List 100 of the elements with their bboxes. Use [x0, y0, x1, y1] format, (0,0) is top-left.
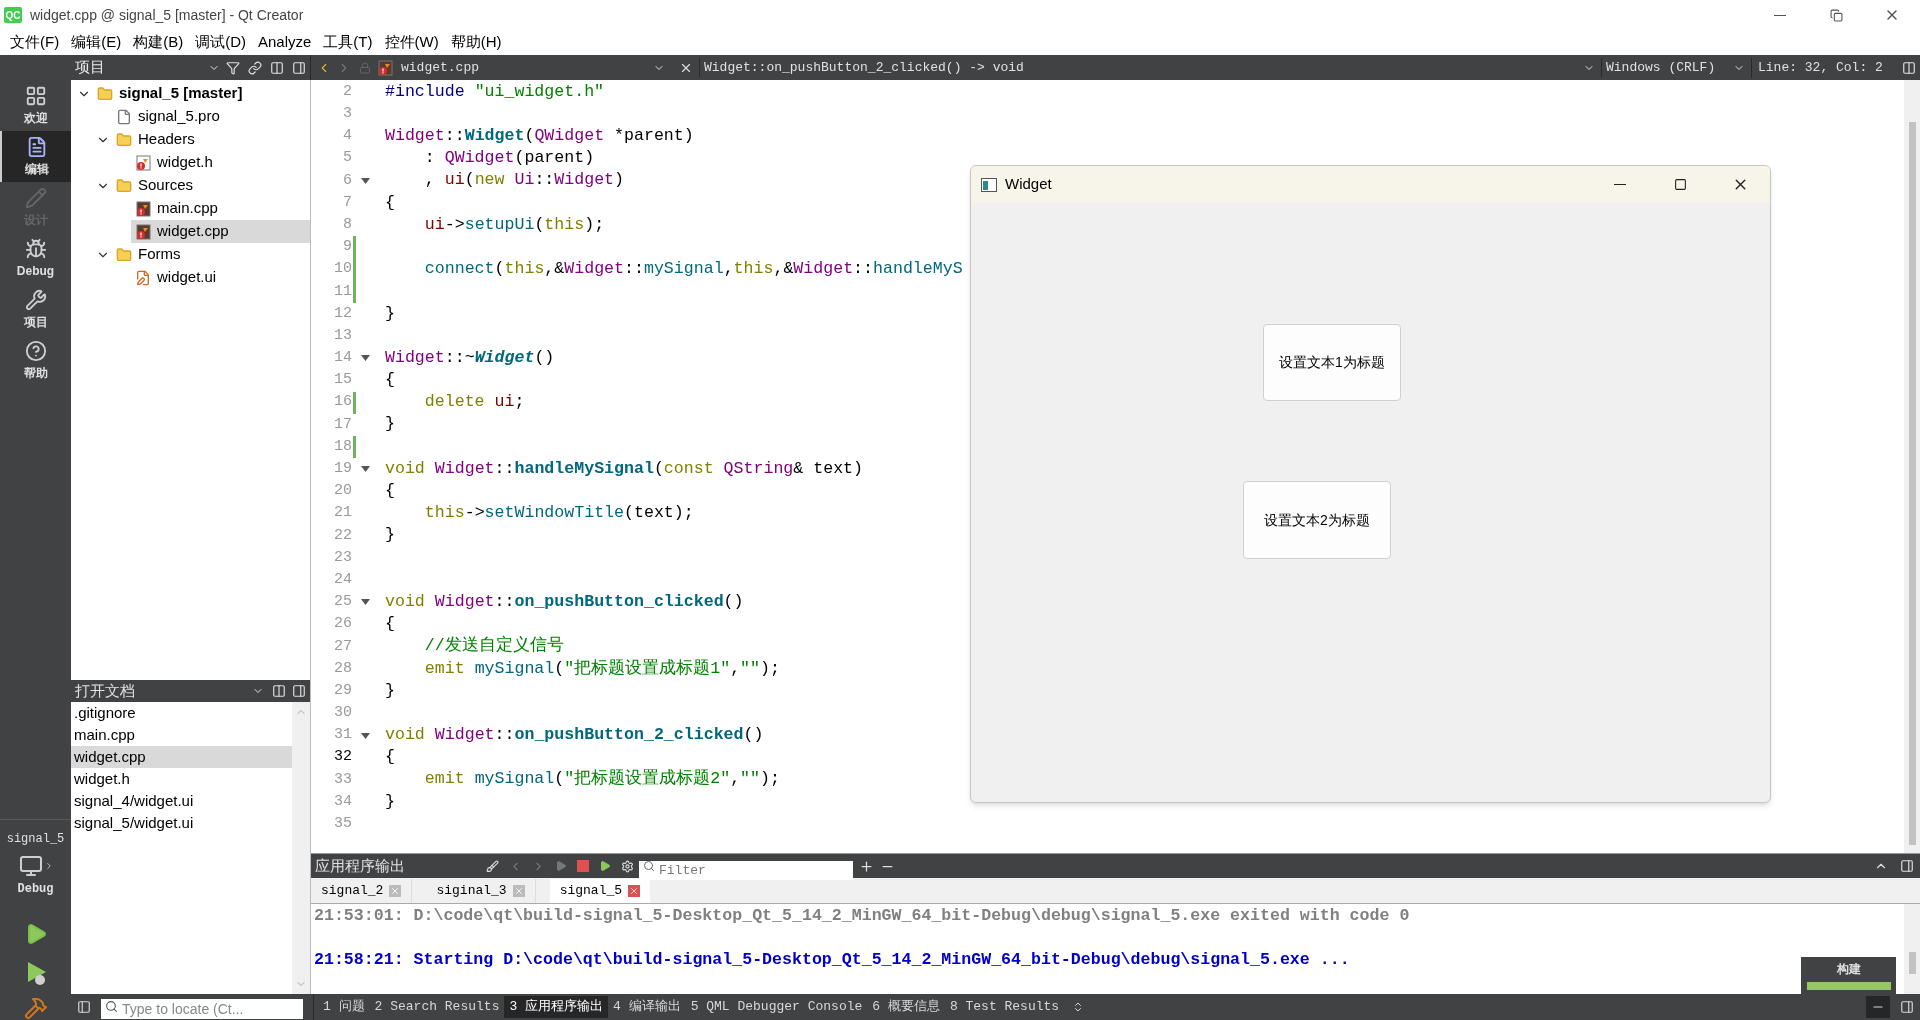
close-tab-button[interactable] [628, 885, 641, 897]
fold-arrow-icon[interactable] [360, 599, 370, 606]
fold-arrow-icon[interactable] [360, 466, 370, 473]
tree-item[interactable]: signal_5 [master] [93, 82, 310, 105]
line-number: 6 [342, 170, 352, 191]
file-error-icon [135, 154, 151, 171]
output-pane-button[interactable]: 4 编译输出 [608, 996, 686, 1018]
close-icon [390, 886, 401, 896]
menu-item[interactable]: Analyze [252, 31, 318, 54]
code-line: , ui(new Ui::Widget) [423, 169, 625, 192]
code-line: : QWidget(parent) [423, 147, 595, 170]
tree-item[interactable]: Headers [112, 128, 310, 151]
code-line: { [385, 191, 395, 214]
code-line: Widget::~Widget() [385, 346, 555, 369]
minimize-icon [1774, 14, 1786, 16]
menu-item[interactable]: 控件(W) [378, 31, 445, 54]
tree-item[interactable]: Sources [112, 174, 310, 197]
line-number: 29 [333, 680, 352, 701]
file-error-icon [377, 59, 393, 76]
progress-toggle-button[interactable] [1866, 996, 1890, 1018]
output-pane-button[interactable]: 6 概要信息 [867, 996, 945, 1018]
toggle-sidebar-icon[interactable] [77, 1000, 91, 1014]
debug-run-icon[interactable] [599, 860, 611, 872]
toggle-right-sidebar-icon[interactable] [1900, 1000, 1914, 1014]
add-icon[interactable] [859, 858, 874, 874]
tree-item[interactable]: widget.ui [131, 266, 310, 289]
document-item[interactable]: widget.cpp [71, 746, 292, 768]
document-item[interactable]: signal_5/widget.ui [71, 812, 292, 834]
line-number: 3 [342, 104, 352, 125]
tree-item[interactable]: widget.cpp [131, 220, 310, 243]
menu-item[interactable]: 编辑(E) [65, 31, 128, 54]
code-line: ui->setupUi(this); [423, 213, 605, 236]
window-title: Widget [1005, 174, 1052, 195]
tree-item[interactable]: widget.h [131, 151, 310, 174]
line-number: 24 [333, 569, 352, 590]
close-pane-icon[interactable] [1900, 859, 1914, 873]
grid-icon [24, 84, 47, 107]
menu-item[interactable]: 工具(T) [317, 31, 379, 54]
push-button[interactable]: 设置文本1为标题 [1263, 324, 1401, 401]
mode-tab[interactable]: Debug [0, 233, 71, 284]
code-line: delete ui; [423, 391, 525, 414]
output-tab[interactable]: signal_5 [549, 879, 651, 903]
scrollbar[interactable] [1904, 80, 1920, 853]
document-item[interactable]: signal_4/widget.ui [71, 790, 292, 812]
menu-item[interactable]: 调试(D) [189, 31, 252, 54]
clear-icon[interactable] [486, 859, 499, 873]
folder-icon [116, 246, 132, 263]
line-number: 26 [333, 614, 352, 635]
build-button[interactable] [23, 996, 48, 1020]
document-item[interactable]: .gitignore [71, 702, 292, 724]
output-pane-button[interactable]: 2 Search Results [369, 996, 505, 1018]
fold-arrow-icon[interactable] [360, 355, 370, 362]
menu-item[interactable]: 构建(B) [127, 31, 190, 54]
output-pane-button[interactable]: 3 应用程序输出 [504, 996, 609, 1018]
fold-arrow-icon[interactable] [360, 732, 370, 739]
split-icon[interactable] [270, 60, 284, 75]
monitor-icon [17, 854, 44, 878]
menu-item[interactable]: 帮助(H) [444, 31, 508, 54]
output-title: 应用程序输出 [314, 855, 406, 876]
close-icon [629, 886, 640, 896]
output-pane-button[interactable]: 8 Test Results [944, 996, 1065, 1018]
restore-icon [1829, 8, 1843, 22]
target-project: signal_5 [6, 831, 65, 848]
line-number: 12 [333, 303, 352, 324]
line-number: 10 [333, 259, 352, 280]
push-button[interactable]: 设置文本2为标题 [1243, 481, 1391, 559]
open-documents-title: 打开文档 [75, 680, 135, 701]
symbol-selector[interactable]: Widget::on_pushButton_2_clicked() -> void [699, 57, 1601, 78]
locator-field[interactable]: Type to locate (Ct... [101, 999, 303, 1019]
mode-tab[interactable]: 帮助 [0, 335, 71, 386]
settings-icon[interactable] [621, 859, 634, 873]
file-selector[interactable]: widget.cpp [401, 57, 671, 78]
line-number: 17 [333, 414, 352, 435]
output-pane-button[interactable]: 1 问题 [318, 996, 370, 1018]
document-item[interactable]: main.cpp [71, 724, 292, 746]
code-line: emit mySignal("把标题设置成标题2",""); [423, 768, 780, 791]
mode-tab[interactable]: 项目 [0, 284, 71, 335]
split-icon[interactable] [272, 684, 286, 698]
mode-tab[interactable]: 欢迎 [0, 80, 71, 131]
file-icon [116, 108, 132, 125]
line-number: 7 [342, 192, 352, 213]
fold-arrow-icon[interactable] [360, 177, 370, 184]
folder-icon [97, 85, 113, 102]
close-pane-icon[interactable] [292, 684, 306, 698]
output-pane-button[interactable]: 5 QML Debugger Console [685, 996, 868, 1018]
tree-item[interactable]: Forms [112, 243, 310, 266]
document-item[interactable]: widget.h [71, 768, 292, 790]
filter-icon[interactable] [226, 60, 240, 75]
close-pane-icon[interactable] [292, 60, 306, 75]
tree-item[interactable]: main.cpp [131, 197, 310, 220]
scrollbar[interactable] [1904, 904, 1920, 994]
menu-item[interactable]: 文件(F) [4, 31, 66, 54]
tree-item[interactable]: signal_5.pro [112, 105, 310, 128]
link-icon[interactable] [248, 60, 262, 75]
target-selector[interactable] [17, 854, 54, 878]
mode-tab[interactable]: 编辑 [0, 131, 71, 182]
window-title: widget.cpp @ signal_5 [master] - Qt Creator [30, 5, 304, 25]
line-number: 34 [333, 791, 352, 812]
split-icon[interactable] [1902, 60, 1916, 75]
filter-field[interactable]: Filter [639, 860, 853, 880]
